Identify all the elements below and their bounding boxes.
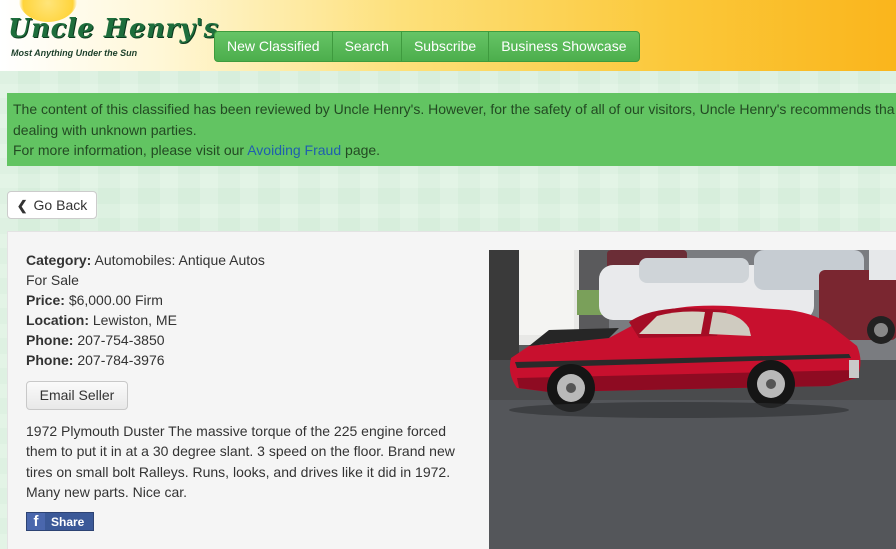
listing-details: Category: Automobiles: Antique Autos For… <box>26 250 466 370</box>
car-photo-illustration <box>489 250 896 549</box>
listing-photo[interactable] <box>489 250 896 549</box>
listing-description: 1972 Plymouth Duster The massive torque … <box>26 423 455 500</box>
facebook-share-button[interactable]: f Share <box>26 512 94 531</box>
notice-line-3: For more information, please visit our A… <box>13 140 896 161</box>
listing-panel: Category: Automobiles: Antique Autos For… <box>7 231 896 549</box>
category-row: Category: Automobiles: Antique Autos <box>26 250 466 270</box>
phone-value-1: 207-754-3850 <box>77 332 165 348</box>
nav-search[interactable]: Search <box>331 32 401 61</box>
location-value: Lewiston, ME <box>92 312 177 328</box>
phone-label-1: Phone: <box>26 332 74 348</box>
share-label: Share <box>51 514 85 529</box>
notice-line-1: The content of this classified has been … <box>13 101 895 117</box>
email-seller-button[interactable]: Email Seller <box>26 381 128 410</box>
facebook-icon: f <box>27 513 45 530</box>
safety-notice: The content of this classified has been … <box>7 93 896 166</box>
sale-type: For Sale <box>26 272 79 288</box>
notice-line-3-suffix: page. <box>341 142 381 158</box>
nav-new-classified[interactable]: New Classified <box>215 32 332 61</box>
phone-value-2: 207-784-3976 <box>77 352 165 368</box>
price-row: Price: $6,000.00 Firm <box>26 290 466 310</box>
nav-business-showcase[interactable]: Business Showcase <box>488 32 638 61</box>
nav-subscribe[interactable]: Subscribe <box>400 32 488 61</box>
location-row: Location: Lewiston, ME <box>26 310 466 330</box>
logo-tagline: Most Anything Under the Sun <box>11 48 138 58</box>
site-logo[interactable]: Uncle Henry's Most Anything Under the Su… <box>8 0 219 68</box>
go-back-label: Go Back <box>33 197 88 213</box>
location-label: Location: <box>26 312 89 328</box>
notice-line-3-prefix: For more information, please visit our <box>13 142 248 158</box>
phone-row-2: Phone: 207-784-3976 <box>26 350 466 370</box>
category-label: Category: <box>26 252 92 268</box>
notice-line-2: dealing with unknown parties. <box>13 121 197 138</box>
price-value: $6,000.00 Firm <box>68 292 163 308</box>
logo-title: Uncle Henry's <box>8 14 219 44</box>
go-back-button[interactable]: ❮ Go Back <box>7 191 97 219</box>
site-header: Uncle Henry's Most Anything Under the Su… <box>0 0 896 71</box>
chevron-left-icon: ❮ <box>16 198 28 213</box>
main-nav: New Classified Search Subscribe Business… <box>214 31 640 62</box>
avoiding-fraud-link[interactable]: Avoiding Fraud <box>247 142 341 158</box>
price-label: Price: <box>26 292 65 308</box>
phone-row-1: Phone: 207-754-3850 <box>26 330 466 350</box>
phone-label-2: Phone: <box>26 352 74 368</box>
category-value: Automobiles: Antique Autos <box>94 252 265 268</box>
